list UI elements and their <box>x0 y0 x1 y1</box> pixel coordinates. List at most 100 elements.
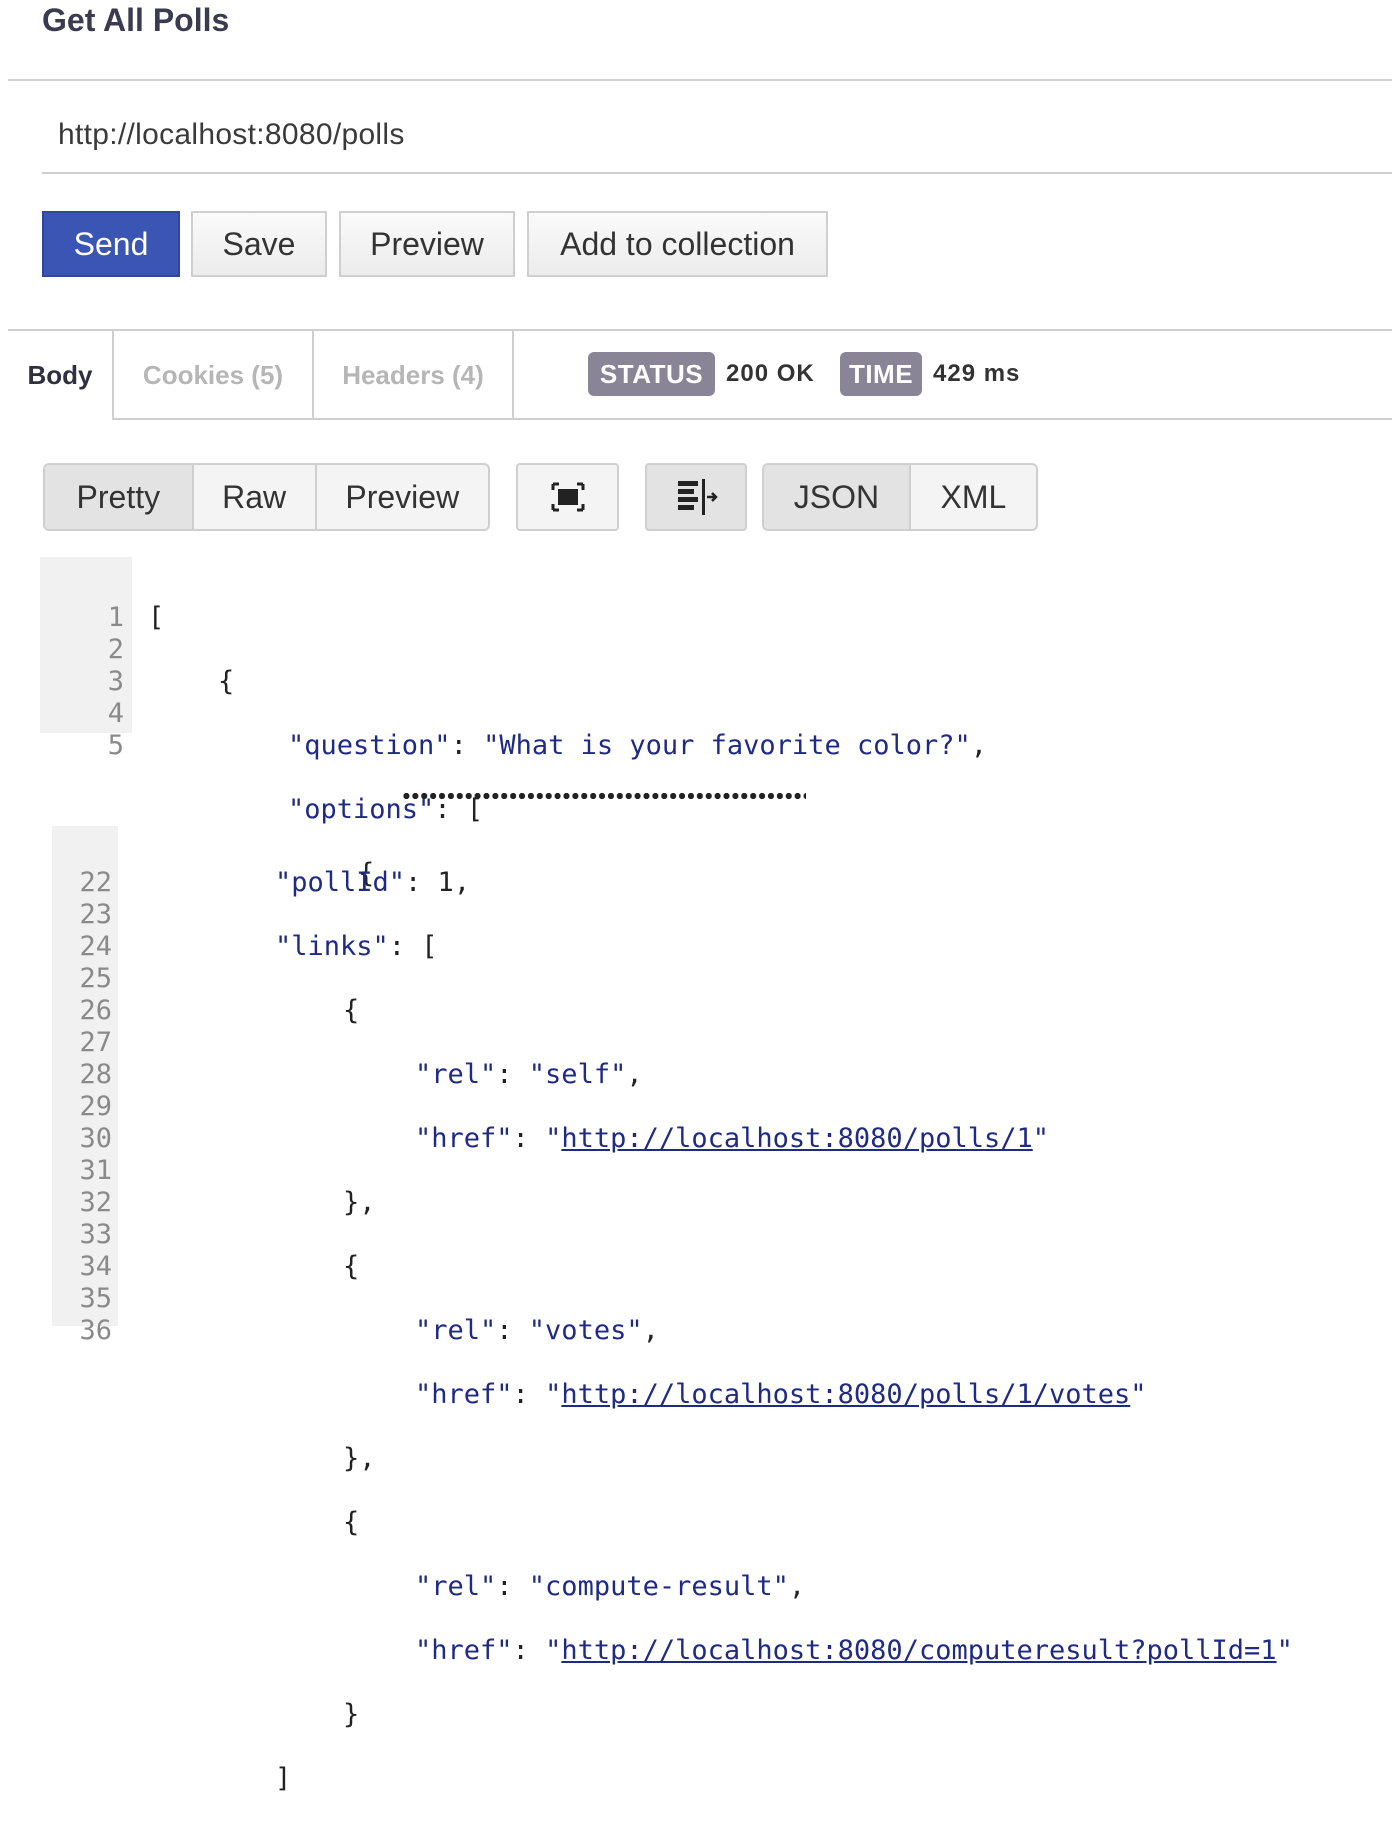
href-link[interactable]: http://localhost:8080/polls/1 <box>561 1123 1032 1154</box>
code-token: " <box>1032 1123 1049 1154</box>
preview-mode-button[interactable]: Preview <box>314 465 488 529</box>
code-line: "href": "http://localhost:8080/polls/1" <box>275 1123 1293 1155</box>
json-string: "What is your favorite color?" <box>483 730 971 761</box>
status-badge: STATUS <box>588 352 715 396</box>
status-value: 200 OK <box>726 360 815 387</box>
code-token: " <box>545 1379 562 1410</box>
code-token: : <box>496 1059 529 1090</box>
raw-button[interactable]: Raw <box>191 465 315 529</box>
code-bottom: "pollId": 1, "links": [ { "rel": "self",… <box>275 835 1293 1827</box>
save-button[interactable]: Save <box>191 211 327 277</box>
json-key: "links" <box>275 931 389 962</box>
code-token: { <box>343 995 360 1026</box>
code-token: , <box>788 1571 806 1602</box>
code-token: : <box>512 1635 546 1666</box>
tabs-underline <box>112 418 1392 420</box>
json-button[interactable]: JSON <box>764 465 909 529</box>
code-token: : 1, <box>405 867 471 898</box>
tab-cookies[interactable]: Cookies (5) <box>114 332 312 418</box>
json-key: "rel" <box>415 1059 497 1090</box>
code-line: } <box>275 1699 1293 1731</box>
url-input[interactable]: http://localhost:8080/polls <box>58 118 405 152</box>
line-number: 25 <box>79 963 112 994</box>
line-number: 5 <box>107 730 124 761</box>
code-line: "rel": "compute-result", <box>275 1571 1293 1603</box>
line-number: 35 <box>79 1283 112 1314</box>
code-token: : <box>496 1315 529 1346</box>
code-line: "pollId": 1, <box>275 867 1293 899</box>
code-token: } <box>343 1699 360 1730</box>
format-group: JSON XML <box>762 463 1038 531</box>
line-number: 34 <box>79 1251 112 1282</box>
line-numbers-top: 12345 <box>40 570 124 762</box>
code-token: , <box>642 1315 659 1346</box>
code-line: "href": "http://localhost:8080/polls/1/v… <box>275 1379 1293 1411</box>
code-line: "links": [ <box>275 931 1293 963</box>
json-key: "question" <box>288 730 451 761</box>
page-title: Get All Polls <box>42 2 230 38</box>
code-line: { <box>275 995 1293 1027</box>
divider <box>8 329 1392 331</box>
fullscreen-button[interactable] <box>516 463 619 531</box>
code-token: : <box>512 1123 546 1154</box>
line-number: 26 <box>79 995 112 1026</box>
code-token: { <box>218 666 235 697</box>
line-number: 27 <box>79 1027 112 1058</box>
line-number: 36 <box>79 1315 112 1346</box>
code-token: : <box>512 1379 546 1410</box>
code-token: " <box>545 1123 562 1154</box>
pretty-button[interactable]: Pretty <box>45 465 192 529</box>
code-line: { <box>275 1507 1293 1539</box>
line-number: 30 <box>79 1123 112 1154</box>
code-token: }, <box>343 1443 376 1474</box>
line-number: 32 <box>79 1187 112 1218</box>
xml-button[interactable]: XML <box>908 465 1036 529</box>
view-mode-group: Pretty Raw Preview <box>43 463 490 531</box>
code-token: ] <box>275 1763 292 1794</box>
omission-dots <box>402 791 806 801</box>
json-key: "href" <box>415 1123 513 1154</box>
line-number: 33 <box>79 1219 112 1250</box>
code-token: " <box>545 1635 562 1666</box>
json-string: "self" <box>528 1059 627 1090</box>
wrap-lines-button[interactable] <box>645 463 747 531</box>
code-line: "rel": "self", <box>275 1059 1293 1091</box>
line-number: 31 <box>79 1155 112 1186</box>
code-line: [ <box>148 602 987 634</box>
href-link[interactable]: http://localhost:8080/computeresult?poll… <box>561 1635 1276 1666</box>
code-token: [ <box>148 602 165 633</box>
code-token: { <box>343 1507 360 1538</box>
code-token: : <box>496 1571 529 1602</box>
code-line: "href": "http://localhost:8080/computere… <box>275 1635 1293 1667</box>
tab-body[interactable]: Body <box>8 332 112 418</box>
send-button[interactable]: Send <box>42 211 180 277</box>
code-line: "rel": "votes", <box>275 1315 1293 1347</box>
preview-button[interactable]: Preview <box>339 211 515 277</box>
code-token: : <box>450 730 484 761</box>
code-token: " <box>1276 1635 1293 1666</box>
code-token: { <box>343 1251 360 1282</box>
fullscreen-icon <box>551 482 584 512</box>
line-number: 24 <box>79 931 112 962</box>
code-line: ] <box>275 1763 1293 1795</box>
divider <box>8 79 1392 81</box>
code-line: }, <box>275 1443 1293 1475</box>
line-numbers-bottom: 22 23 24 25 26 27 28 29 30 31 32 33 34 35 36 <box>52 835 112 1347</box>
line-number: 4 <box>107 698 124 729</box>
time-value: 429 ms <box>933 360 1021 387</box>
line-number: 3 <box>107 666 124 697</box>
add-to-collection-button[interactable]: Add to collection <box>527 211 828 277</box>
tab-headers[interactable]: Headers (4) <box>314 332 512 418</box>
json-key: "rel" <box>415 1315 497 1346</box>
code-token: " <box>1130 1379 1147 1410</box>
json-key: "href" <box>415 1635 513 1666</box>
code-token: , <box>970 730 988 761</box>
line-number: 28 <box>79 1059 112 1090</box>
json-key: "rel" <box>415 1571 497 1602</box>
json-string: "compute-result" <box>528 1571 789 1602</box>
json-key: "pollId" <box>275 867 406 898</box>
json-key: "href" <box>415 1379 513 1410</box>
href-link[interactable]: http://localhost:8080/polls/1/votes <box>561 1379 1130 1410</box>
code-line: "question": "What is your favorite color… <box>148 730 987 762</box>
code-token: }, <box>343 1187 376 1218</box>
